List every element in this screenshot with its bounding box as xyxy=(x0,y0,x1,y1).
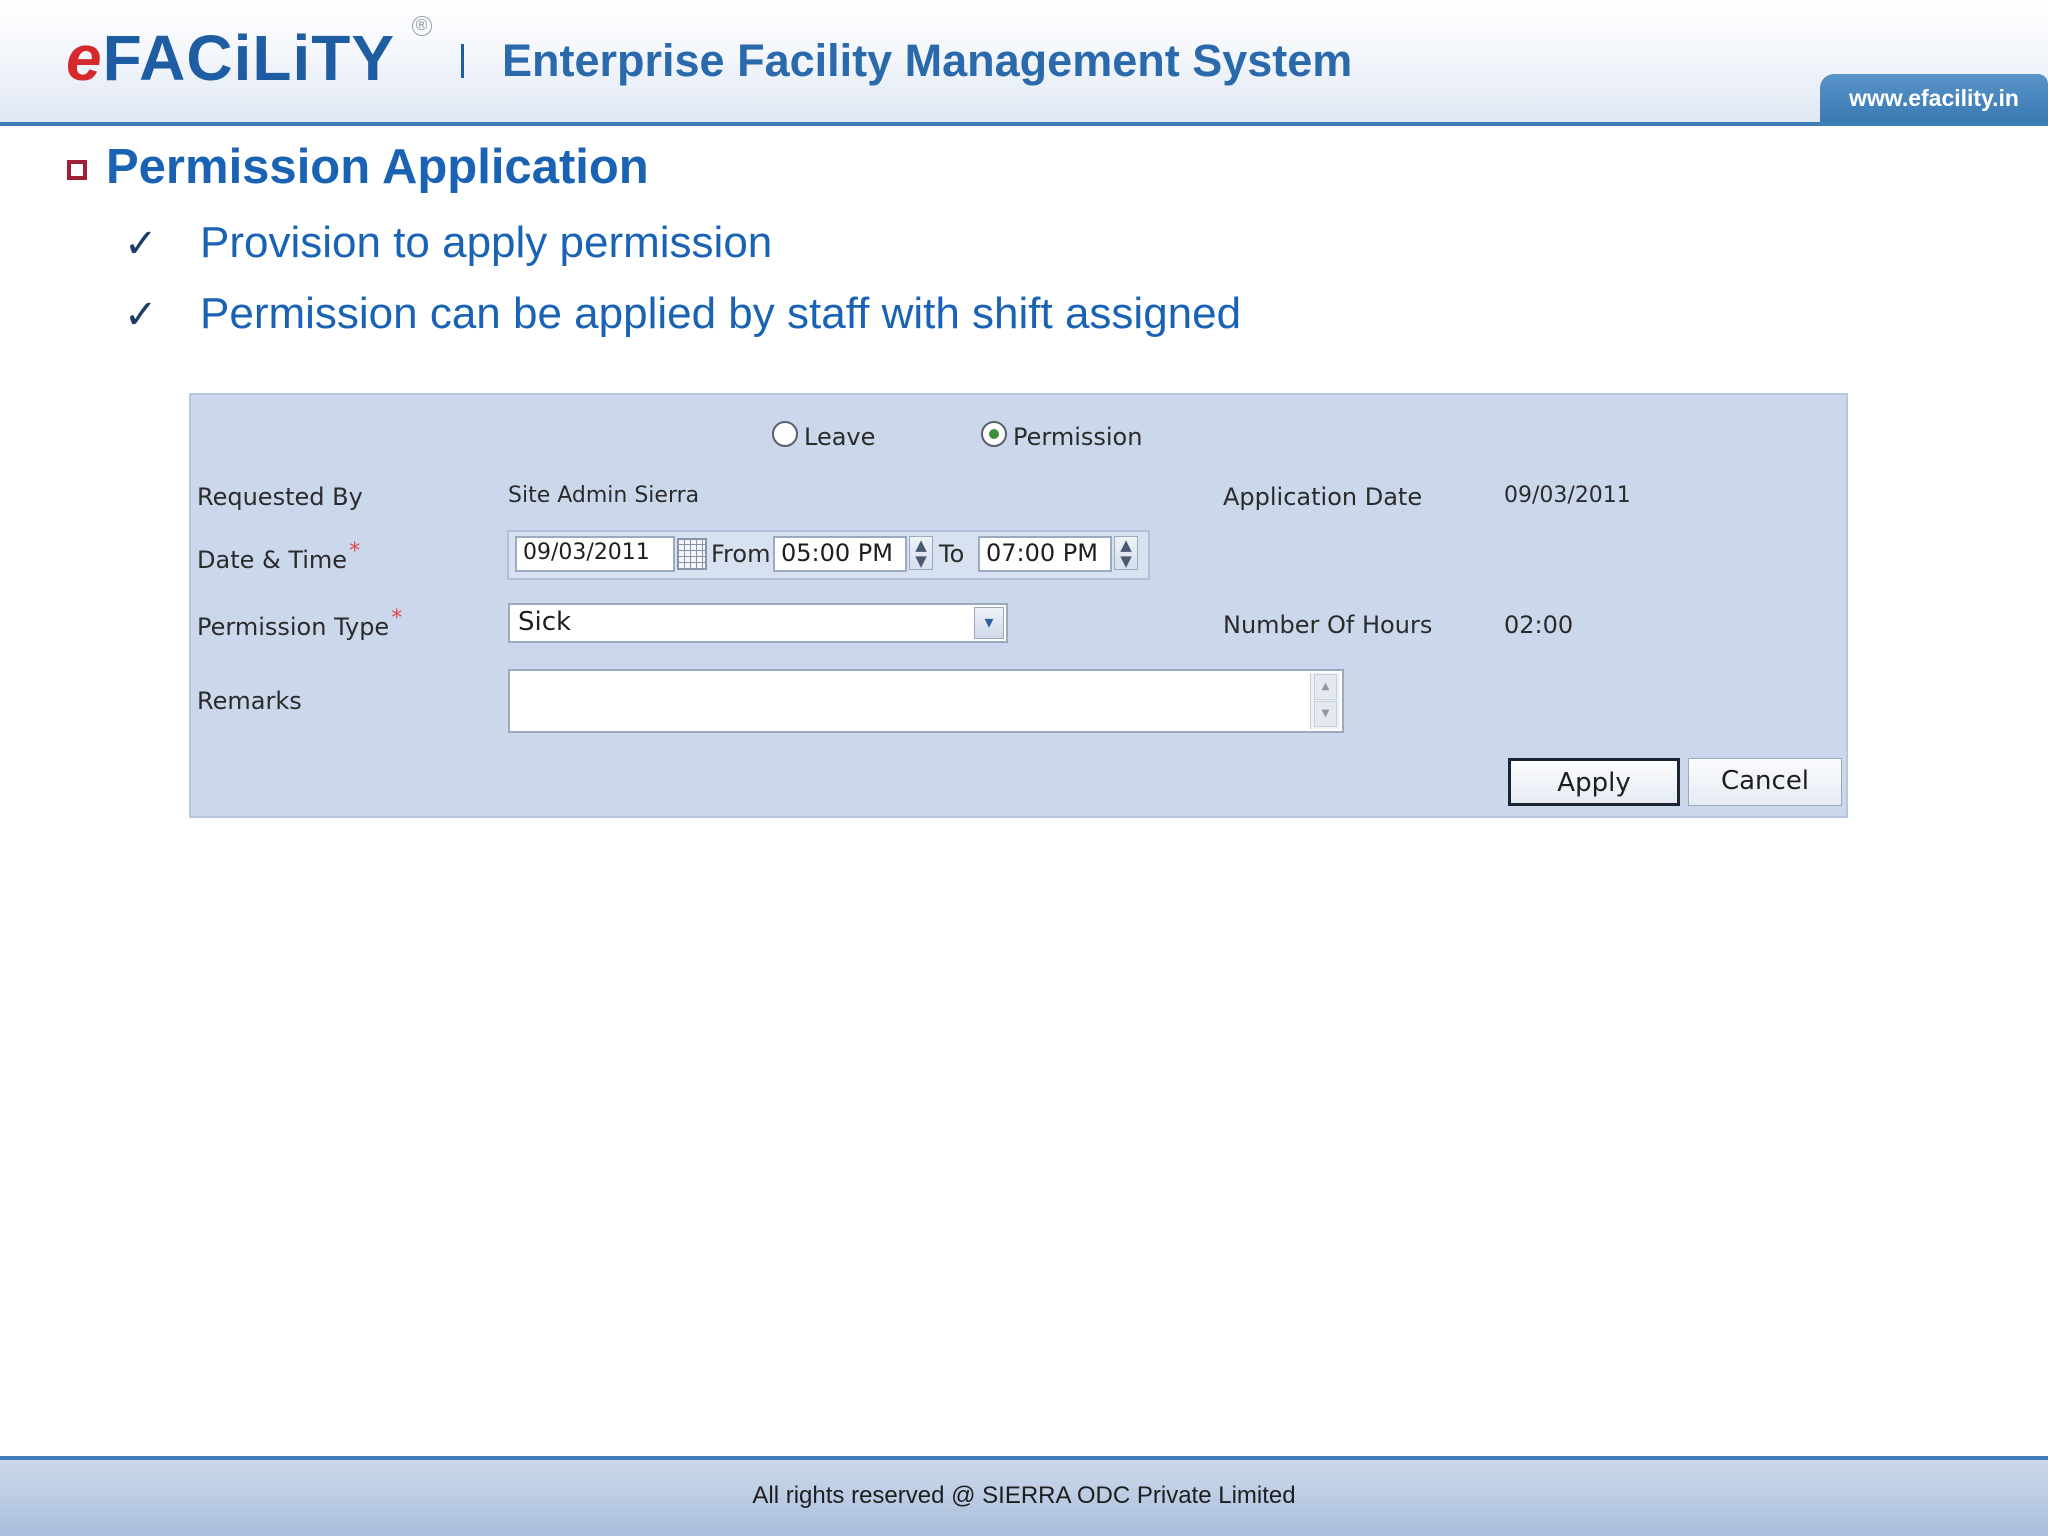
date-time-group: 09/03/2011 From 05:00 PM ▲ ▼ To 07:00 PM … xyxy=(507,530,1150,580)
apply-button[interactable]: Apply xyxy=(1508,758,1680,806)
to-time-input[interactable]: 07:00 PM xyxy=(978,536,1112,572)
logo-e: e xyxy=(66,22,103,94)
permission-radio-label: Permission xyxy=(1013,423,1143,451)
footer-copyright: All rights reserved @ SIERRA ODC Private… xyxy=(752,1482,1296,1509)
checkmark-icon: ✓ xyxy=(124,292,158,338)
calendar-icon[interactable] xyxy=(677,538,707,570)
efacility-logo: eFACiLiTY ® xyxy=(66,16,432,94)
date-time-label-text: Date & Time xyxy=(197,546,348,574)
number-of-hours-label: Number Of Hours xyxy=(1223,611,1433,639)
remarks-textarea[interactable]: ▲ ▼ xyxy=(508,669,1344,733)
from-label: From xyxy=(711,540,771,568)
permission-type-value: Sick xyxy=(518,607,572,637)
number-of-hours-value: 02:00 xyxy=(1504,611,1574,639)
permission-radio[interactable] xyxy=(981,421,1007,447)
logo-wordmark: FACiLiTY xyxy=(102,22,396,94)
from-time-input[interactable]: 05:00 PM xyxy=(773,536,907,572)
website-url-tab[interactable]: www.efacility.in xyxy=(1820,74,2048,124)
remarks-label: Remarks xyxy=(197,687,302,715)
footer-bar: All rights reserved @ SIERRA ODC Private… xyxy=(0,1456,2048,1536)
date-input[interactable]: 09/03/2011 xyxy=(515,536,675,572)
leave-radio-label: Leave xyxy=(804,423,876,451)
checkmark-icon: ✓ xyxy=(124,221,158,267)
to-time-spinner[interactable]: ▲ ▼ xyxy=(1114,536,1138,570)
from-time-spinner[interactable]: ▲ ▼ xyxy=(909,536,933,570)
required-marker: * xyxy=(349,539,361,564)
to-label: To xyxy=(939,540,965,568)
chevron-down-icon[interactable]: ▾ xyxy=(974,607,1004,639)
header-title: Enterprise Facility Management System xyxy=(502,35,1353,86)
header-separator xyxy=(461,44,464,78)
scroll-down-icon[interactable]: ▼ xyxy=(1314,701,1337,727)
date-time-label: Date & Time* xyxy=(197,539,360,574)
leave-radio[interactable] xyxy=(772,421,798,447)
permission-type-label-text: Permission Type xyxy=(197,613,390,641)
requested-by-value: Site Admin Sierra xyxy=(508,483,700,508)
required-marker: * xyxy=(391,606,403,631)
header-divider xyxy=(0,122,2048,126)
remarks-scrollbar[interactable]: ▲ ▼ xyxy=(1310,673,1340,729)
requested-by-label: Requested By xyxy=(197,483,363,511)
registered-mark: ® xyxy=(412,16,432,36)
title-bullet-icon xyxy=(67,160,87,180)
bullet-point-text: Provision to apply permission xyxy=(200,218,773,267)
header-bar: eFACiLiTY ® Enterprise Facility Manageme… xyxy=(0,0,2048,126)
cancel-button[interactable]: Cancel xyxy=(1688,758,1842,806)
permission-type-select[interactable]: Sick ▾ xyxy=(508,603,1008,643)
application-date-value: 09/03/2011 xyxy=(1504,483,1631,508)
application-date-label: Application Date xyxy=(1223,483,1423,511)
bullet-point-text: Permission can be applied by staff with … xyxy=(200,289,1242,338)
permission-type-label: Permission Type* xyxy=(197,606,402,641)
permission-form-panel: Leave Permission Requested By Site Admin… xyxy=(189,393,1848,818)
scroll-up-icon[interactable]: ▲ xyxy=(1314,674,1337,700)
bullet-point: ✓ Provision to apply permission xyxy=(124,215,772,272)
bullet-point: ✓ Permission can be applied by staff with… xyxy=(124,286,1241,343)
slide-title: Permission Application xyxy=(106,140,649,194)
